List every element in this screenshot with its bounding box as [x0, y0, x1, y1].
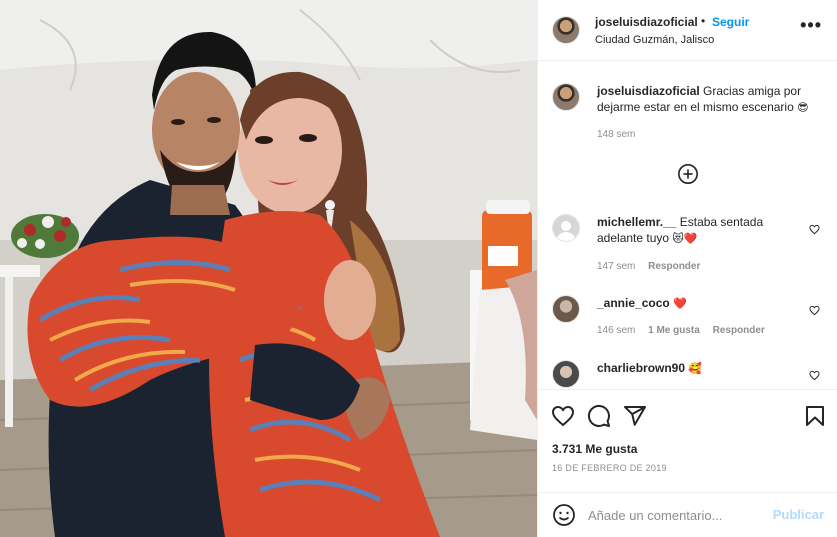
- comment-text-block: charliebrown90 🥰: [597, 360, 812, 377]
- heart-icon[interactable]: [551, 404, 575, 428]
- post-photo-illustration: [0, 0, 537, 537]
- bookmark-icon[interactable]: [803, 404, 827, 428]
- comments-scrollbar[interactable]: [833, 62, 837, 388]
- separator-dot: •: [701, 14, 706, 28]
- comment-time[interactable]: 146 sem: [597, 325, 635, 336]
- instagram-post-modal: joseluisdiazoficial • Seguir Ciudad Guzm…: [0, 0, 837, 537]
- reply-button[interactable]: Responder: [648, 261, 700, 272]
- comment-like-heart-icon[interactable]: [809, 305, 820, 316]
- paper-plane-icon[interactable]: [623, 404, 647, 428]
- publish-button[interactable]: Publicar: [773, 507, 824, 522]
- comment-avatar[interactable]: [552, 360, 580, 388]
- comment-avatar[interactable]: [552, 295, 580, 323]
- follow-button[interactable]: Seguir: [712, 15, 749, 29]
- reply-button[interactable]: Responder: [713, 325, 765, 336]
- comment-meta: 146 sem 1 Me gusta Responder: [597, 325, 775, 336]
- caption-emoji: 😎: [797, 102, 809, 114]
- post-header: joseluisdiazoficial • Seguir Ciudad Guzm…: [538, 0, 837, 61]
- comment-emoji: 😻❤️: [672, 233, 698, 245]
- caption-time[interactable]: 148 sem: [597, 129, 635, 140]
- likes-count[interactable]: 3.731 Me gusta: [552, 442, 637, 456]
- add-comment-bar: Publicar: [538, 492, 837, 537]
- comments-list[interactable]: joseluisdiazoficial Gracias amiga por de…: [538, 62, 837, 388]
- post-side-panel: joseluisdiazoficial • Seguir Ciudad Guzm…: [537, 0, 837, 537]
- comment-text-block: _annie_coco ❤️: [597, 295, 812, 312]
- comment-username[interactable]: _annie_coco: [597, 296, 670, 310]
- comment-emoji: 🥰: [688, 363, 703, 375]
- post-photo[interactable]: [0, 0, 537, 537]
- post-actions: 3.731 Me gusta 16 DE FEBRERO DE 2019: [538, 389, 837, 492]
- plus-circle-icon[interactable]: [677, 163, 699, 185]
- smiley-icon[interactable]: [552, 503, 576, 527]
- comment-avatar[interactable]: [552, 214, 580, 242]
- comment-icon[interactable]: [587, 404, 611, 428]
- comment-likes[interactable]: 1 Me gusta: [648, 325, 700, 336]
- caption-username[interactable]: joseluisdiazoficial: [597, 84, 700, 98]
- caption-text-block: joseluisdiazoficial Gracias amiga por de…: [597, 83, 812, 116]
- post-location[interactable]: Ciudad Guzmán, Jalisco: [595, 34, 714, 46]
- post-date[interactable]: 16 DE FEBRERO DE 2019: [552, 463, 667, 473]
- comment-text-block: michellemr.__ Estaba sentada adelante tu…: [597, 214, 812, 247]
- comment-like-heart-icon[interactable]: [809, 224, 820, 235]
- more-options-icon[interactable]: •••: [800, 16, 822, 34]
- comment-username[interactable]: charliebrown90: [597, 361, 685, 375]
- comment-input[interactable]: [588, 505, 763, 525]
- author-avatar[interactable]: [552, 16, 580, 44]
- caption-avatar[interactable]: [552, 83, 580, 111]
- caption-meta: 148 sem: [597, 129, 645, 140]
- comment-like-heart-icon[interactable]: [809, 370, 820, 381]
- comment-meta: 147 sem Responder: [597, 261, 710, 272]
- comment-emoji: ❤️: [673, 298, 687, 310]
- author-username[interactable]: joseluisdiazoficial: [595, 15, 698, 29]
- comment-username[interactable]: michellemr.__: [597, 215, 676, 229]
- comment-time[interactable]: 147 sem: [597, 261, 635, 272]
